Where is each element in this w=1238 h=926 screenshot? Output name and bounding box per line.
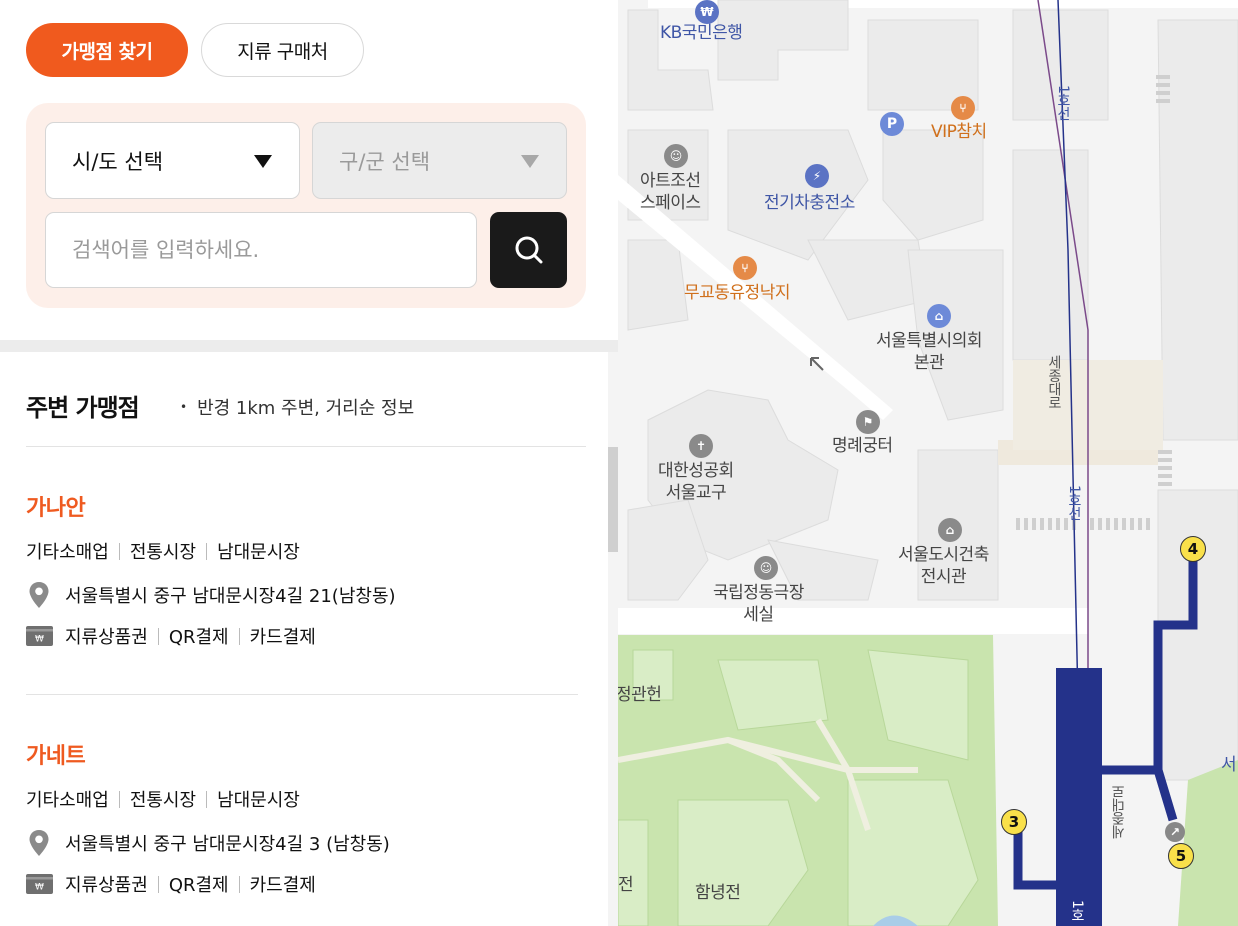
payment-method: 지류상품권 [65, 627, 148, 648]
keyword-search-input[interactable] [45, 212, 477, 288]
store-address-text: 서울특별시 중구 남대문시장4길 21(남창동) [65, 586, 396, 607]
map-label: 서울도시건축 전시관 [898, 545, 989, 587]
scrollbar-thumb[interactable] [608, 447, 618, 552]
voucher-icon: ₩ [26, 626, 53, 646]
list-divider [26, 446, 586, 447]
location-pin-icon [29, 582, 49, 608]
restaurant-icon[interactable]: ⑂ [951, 96, 975, 120]
app-root: 가맹점 찾기 지류 구매처 시/도 선택 구/군 선택 주변 가맹점 반경 1k… [0, 0, 1238, 926]
payment-method: QR결제 [168, 875, 229, 896]
restaurant-icon[interactable]: ⑂ [733, 256, 757, 280]
government-icon[interactable]: ⌂ [927, 304, 951, 328]
store-category: 남대문시장 [217, 542, 300, 563]
store-category: 기타소매업 [26, 542, 109, 563]
subway-line-label: 1호선 [1066, 485, 1082, 521]
map-label: 대한성공회 서울교구 [658, 461, 734, 503]
subway-line-label: 1호 [1069, 900, 1085, 922]
map-label: 함녕전 [695, 883, 741, 903]
subway-line-label: 1호선 [1055, 85, 1071, 121]
scrollbar-track[interactable] [608, 352, 618, 926]
church-icon[interactable]: ✝ [689, 434, 713, 458]
historic-site-icon[interactable]: ⚑ [856, 410, 880, 434]
payment-method: 지류상품권 [65, 875, 148, 896]
caret-down-icon [521, 155, 539, 168]
store-address: 서울특별시 중구 남대문시장4길 21(남창동) [26, 581, 396, 609]
search-icon [515, 236, 542, 264]
store-address: 서울특별시 중구 남대문시장4길 3 (남창동) [26, 829, 390, 857]
payment-method: 카드결제 [249, 627, 316, 648]
subway-exit-3[interactable]: 3 [1001, 809, 1027, 835]
road-label: 세종대로 [1111, 785, 1127, 839]
gugun-select[interactable]: 구/군 선택 [312, 122, 567, 199]
section-divider [0, 340, 618, 352]
location-pin-icon [29, 830, 49, 856]
payment-method: 카드결제 [249, 875, 316, 896]
map-label: 전 [618, 875, 634, 895]
store-categories: 기타소매업 전통시장 남대문시장 [26, 538, 300, 564]
tab-paper-voucher-shops[interactable]: 지류 구매처 [201, 23, 364, 77]
caret-down-icon [254, 155, 272, 168]
store-payments: ₩ 지류상품권 QR결제 카드결제 [26, 623, 316, 649]
store-category: 전통시장 [129, 790, 197, 811]
gugun-select-label: 구/군 선택 [339, 149, 431, 174]
store-item[interactable]: 가나안 기타소매업 전통시장 남대문시장 서울특별시 중구 남대문시장4길 21(남… [26, 490, 586, 648]
nearby-stores-title: 주변 가맹점 [26, 394, 140, 422]
map-label: 무교동유정낙지 [684, 283, 790, 303]
theater-icon[interactable]: ☺ [754, 556, 778, 580]
store-category: 남대문시장 [217, 790, 300, 811]
store-finder-panel: 가맹점 찾기 지류 구매처 시/도 선택 구/군 선택 주변 가맹점 반경 1k… [0, 0, 618, 926]
store-category: 기타소매업 [26, 790, 109, 811]
bank-icon[interactable]: ₩ [695, 0, 719, 24]
museum-icon[interactable]: ⌂ [938, 518, 962, 542]
map-label: 명례궁터 [832, 436, 893, 456]
parking-icon[interactable]: P [880, 112, 904, 136]
map-label: 아트조선 스페이스 [640, 171, 701, 213]
map-view[interactable]: ₩ P ⑂ ☺ ⚡ ⑂ ⌂ ✝ ⚑ ☺ ⌂ ↗ KB국민은행 VIP참치 아트조… [618, 0, 1238, 926]
culture-icon[interactable]: ☺ [664, 144, 688, 168]
map-label: VIP참치 [931, 122, 987, 142]
store-category: 전통시장 [129, 542, 197, 563]
list-divider [26, 694, 578, 695]
svg-text:₩: ₩ [35, 883, 44, 893]
road-label: 세종대로 [1046, 355, 1062, 409]
store-name[interactable]: 가네트 [26, 738, 586, 770]
map-label: 서울특별시의회 본관 [876, 331, 982, 373]
map-label: 정관헌 [618, 685, 662, 705]
payment-method: QR결제 [168, 627, 229, 648]
sido-select-label: 시/도 선택 [72, 149, 164, 174]
voucher-icon: ₩ [26, 874, 53, 894]
store-address-text: 서울특별시 중구 남대문시장4길 3 (남창동) [65, 834, 390, 855]
search-button[interactable] [490, 212, 567, 288]
store-name[interactable]: 가나안 [26, 490, 586, 522]
tab-find-franchise[interactable]: 가맹점 찾기 [26, 23, 188, 77]
nearby-stores-subtitle: 반경 1km 주변, 거리순 정보 [180, 394, 414, 420]
search-box: 시/도 선택 구/군 선택 [26, 103, 586, 308]
subway-exit-5[interactable]: 5 [1168, 843, 1194, 869]
exit-icon: ↗ [1165, 822, 1185, 842]
map-label: 전기차충전소 [764, 193, 855, 213]
store-item[interactable]: 가네트 기타소매업 전통시장 남대문시장 서울특별시 중구 남대문시장4길 3 (남… [26, 738, 586, 896]
subway-exit-4[interactable]: 4 [1180, 536, 1206, 562]
ev-charging-icon[interactable]: ⚡ [805, 164, 829, 188]
svg-text:₩: ₩ [35, 635, 44, 645]
store-categories: 기타소매업 전통시장 남대문시장 [26, 786, 300, 812]
map-label: KB국민은행 [660, 23, 743, 43]
sido-select[interactable]: 시/도 선택 [45, 122, 300, 199]
map-label: 서 [1221, 755, 1237, 775]
store-payments: ₩ 지류상품권 QR결제 카드결제 [26, 871, 316, 897]
map-label: 국립정동극장 세실 [713, 583, 804, 625]
